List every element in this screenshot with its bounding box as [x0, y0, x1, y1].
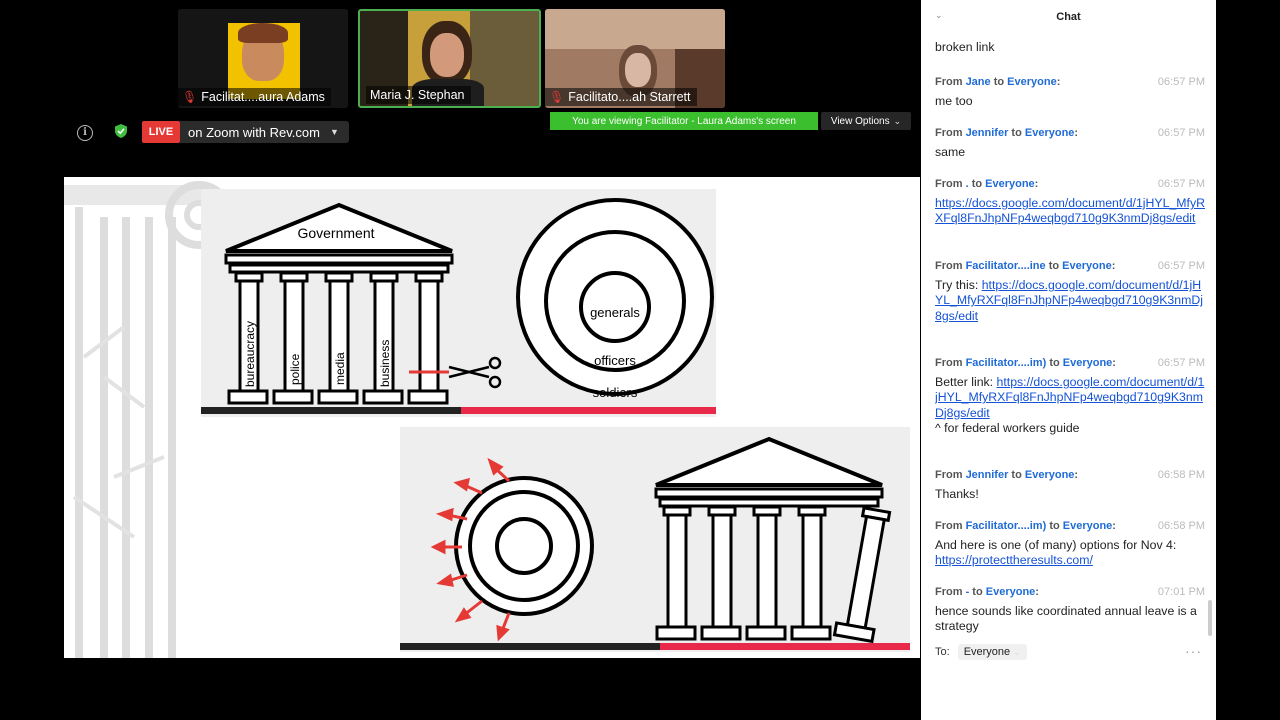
message-body: same	[935, 145, 966, 160]
chevron-down-icon: ⌄	[1013, 647, 1021, 657]
chat-message: From . to Everyone: 06:57 PM https://docs…	[935, 177, 1205, 227]
mic-muted-icon: 🎙︎	[549, 90, 565, 104]
live-badge[interactable]: LIVE	[142, 121, 180, 143]
video-tile-starrett[interactable]: 🎙︎ Facilitato....ah Starrett	[545, 9, 725, 108]
view-options-label: View Options	[830, 115, 890, 127]
chat-message: From Facilitator....ine to Everyone: 06:5…	[935, 259, 1205, 324]
live-stream-label: on Zoom with Rev.com	[188, 124, 320, 140]
chat-message: broken link	[935, 40, 1205, 55]
message-body: hence sounds like coordinated annual lea…	[935, 604, 1197, 634]
sender-name: Jennifer	[965, 469, 1009, 481]
to-label: To:	[935, 646, 950, 658]
ring-label: soldiers	[593, 385, 638, 400]
recipient-name: Everyone	[1024, 469, 1075, 481]
message-time: 06:57 PM	[1157, 127, 1205, 139]
government-label: Government	[297, 225, 374, 241]
participant-name: 🎙︎ Facilitat....aura Adams	[178, 88, 331, 106]
message-body: ^ for federal workers guide	[935, 420, 1080, 435]
recipient-dropdown[interactable]: Everyone ⌄	[957, 644, 1027, 660]
sender-name: Facilitator....im)	[965, 357, 1047, 369]
message-time: 06:58 PM	[1157, 469, 1205, 481]
message-body: Better link: https://docs.google.com/doc…	[935, 375, 1205, 420]
message-time: 06:57 PM	[1157, 357, 1205, 369]
chat-message: From Facilitator....im) to Everyone: 06:5…	[935, 356, 1205, 436]
recipient-name: Everyone	[1062, 260, 1112, 272]
message-time: 06:57 PM	[1157, 260, 1205, 272]
message-meta: From - to Everyone: 07:01 PM	[935, 585, 1205, 600]
message-meta: From Jennifer to Everyone: 06:57 PM	[935, 126, 1205, 141]
live-stream-dropdown[interactable]: on Zoom with Rev.com ▼	[180, 121, 349, 143]
chat-message: From Jane to Everyone: 06:57 PM me too	[935, 75, 1205, 109]
recipient-name: Everyone	[1062, 357, 1113, 369]
message-body: https://docs.google.com/document/d/1jHYL…	[935, 196, 1205, 226]
sender-name: .	[965, 178, 969, 190]
right-margin	[1216, 0, 1280, 720]
recipient-name: Everyone	[1007, 76, 1057, 88]
screen-share-banner: You are viewing Facilitator - Laura Adam…	[550, 112, 818, 130]
chevron-down-icon: ⌄	[893, 115, 902, 126]
caret-down-icon: ▼	[329, 127, 339, 137]
pillar-label: police	[288, 353, 302, 385]
message-time: 06:58 PM	[1157, 520, 1205, 532]
recipient-name: Everyone	[1024, 127, 1075, 139]
pillar-label: media	[333, 352, 347, 385]
video-tile-maria[interactable]: Maria J. Stephan	[358, 9, 541, 108]
participant-name: 🎙︎ Facilitato....ah Starrett	[545, 88, 697, 106]
meeting-info-icon[interactable]: i	[77, 125, 93, 141]
message-meta: From Facilitator....im) to Everyone: 06:5…	[935, 356, 1205, 371]
mic-muted-icon: 🎙︎	[182, 90, 198, 104]
shared-screen-slide: Government bureaucracy police media busi…	[64, 177, 920, 658]
more-options-icon[interactable]: ···	[1185, 643, 1202, 659]
chat-message: From Jennifer to Everyone: 06:57 PM same	[935, 126, 1205, 160]
chat-link[interactable]: https://docs.google.com/document/d/1jHYL…	[935, 196, 1205, 225]
message-body: broken link	[935, 40, 995, 54]
recipient-name: Everyone	[1062, 520, 1113, 532]
pillar-label: business	[378, 340, 392, 387]
chat-link[interactable]: https://protecttheresults.com/	[935, 553, 1093, 567]
message-body: Thanks!	[935, 487, 979, 502]
chat-scrollbar[interactable]	[1208, 600, 1212, 636]
ring-label: officers	[594, 353, 636, 368]
recipient-name: Everyone	[985, 586, 1036, 598]
message-meta: From Jane to Everyone: 06:57 PM	[935, 75, 1205, 90]
sender-name: Jane	[965, 76, 991, 88]
message-time: 07:01 PM	[1157, 586, 1205, 598]
message-body: Try this: https://docs.google.com/docume…	[935, 278, 1203, 323]
sender-name: -	[965, 586, 970, 598]
message-body: me too	[935, 94, 973, 109]
participant-name: Maria J. Stephan	[366, 86, 471, 104]
chat-title: Chat	[1056, 11, 1081, 23]
message-meta: From Jennifer to Everyone: 06:58 PM	[935, 468, 1205, 483]
recipient-row: To: Everyone ⌄	[935, 644, 1027, 660]
message-time: 06:57 PM	[1157, 178, 1205, 190]
message-meta: From . to Everyone: 06:57 PM	[935, 177, 1205, 192]
chat-messages[interactable]: broken link From Jane to Everyone: 06:57 …	[935, 40, 1205, 638]
pillars-of-support-illustration: Government bureaucracy police media busi…	[64, 181, 910, 658]
video-tile-laura[interactable]: 🎙︎ Facilitat....aura Adams	[178, 9, 348, 108]
sender-name: Facilitator....im)	[965, 520, 1047, 532]
message-meta: From Facilitator....ine to Everyone: 06:5…	[935, 259, 1205, 274]
encryption-shield-icon[interactable]	[114, 123, 128, 139]
recipient-name: Everyone	[985, 178, 1035, 190]
message-time: 06:57 PM	[1157, 76, 1205, 88]
pillar-label: bureaucracy	[243, 321, 257, 387]
message-meta: From Facilitator....im) to Everyone: 06:5…	[935, 519, 1205, 534]
chat-message: From Jennifer to Everyone: 06:58 PM Thank…	[935, 468, 1205, 502]
chat-panel: ⌄ Chat broken link From Jane to Everyone…	[921, 0, 1216, 720]
ring-label: generals	[590, 305, 640, 320]
message-body: And here is one (of many) options for No…	[935, 538, 1180, 568]
chat-message: From Facilitator....im) to Everyone: 06:5…	[935, 519, 1205, 569]
chat-message: From - to Everyone: 07:01 PM hence sounds…	[935, 585, 1205, 635]
sender-name: Jennifer	[965, 127, 1009, 139]
view-options-button[interactable]: View Options ⌄	[821, 112, 911, 130]
sender-name: Facilitator....ine	[965, 260, 1046, 272]
